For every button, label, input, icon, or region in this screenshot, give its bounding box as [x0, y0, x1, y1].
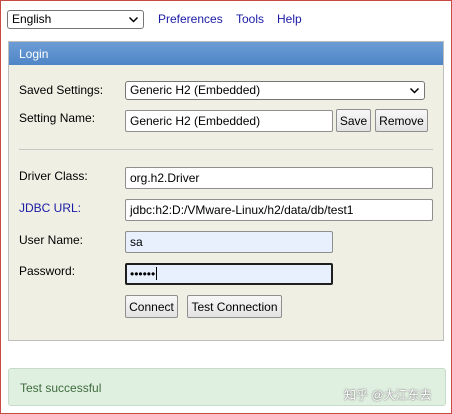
test-connection-button[interactable]: Test Connection — [187, 295, 282, 318]
watermark: 知乎 @大江东去 — [344, 388, 432, 402]
password-value: •••••• — [130, 267, 156, 281]
tools-link[interactable]: Tools — [236, 12, 264, 26]
login-panel-header: Login — [9, 42, 443, 65]
driver-class-input[interactable]: org.h2.Driver — [125, 167, 433, 189]
user-name-label: User Name: — [19, 233, 84, 247]
login-panel: Login Saved Settings: Generic H2 (Embedd… — [8, 41, 444, 341]
setting-name-label: Setting Name: — [19, 111, 96, 125]
chevron-down-icon — [409, 87, 420, 94]
user-name-input[interactable]: sa — [125, 231, 333, 253]
jdbc-url-input[interactable]: jdbc:h2:D:/VMware-Linux/h2/data/db/test1 — [125, 199, 433, 221]
help-link[interactable]: Help — [277, 12, 302, 26]
saved-settings-select[interactable]: Generic H2 (Embedded) — [125, 81, 425, 100]
remove-button[interactable]: Remove — [375, 109, 428, 132]
saved-settings-label: Saved Settings: — [19, 83, 104, 97]
jdbc-url-link[interactable]: JDBC URL: — [19, 201, 81, 215]
chevron-down-icon — [128, 16, 139, 23]
save-button[interactable]: Save — [336, 109, 371, 132]
password-label: Password: — [19, 264, 76, 278]
preferences-link[interactable]: Preferences — [158, 12, 223, 26]
connect-button[interactable]: Connect — [125, 295, 178, 318]
language-select-value: English — [12, 12, 52, 26]
text-cursor — [156, 267, 158, 280]
language-select[interactable]: English — [7, 10, 144, 29]
driver-class-label: Driver Class: — [19, 169, 88, 183]
setting-name-input[interactable]: Generic H2 (Embedded) — [125, 110, 333, 132]
password-input[interactable]: •••••• — [125, 263, 333, 285]
h2-console-window: English Preferences Tools Help Login Sav… — [0, 0, 452, 414]
divider — [19, 149, 433, 150]
saved-settings-value: Generic H2 (Embedded) — [130, 83, 261, 97]
